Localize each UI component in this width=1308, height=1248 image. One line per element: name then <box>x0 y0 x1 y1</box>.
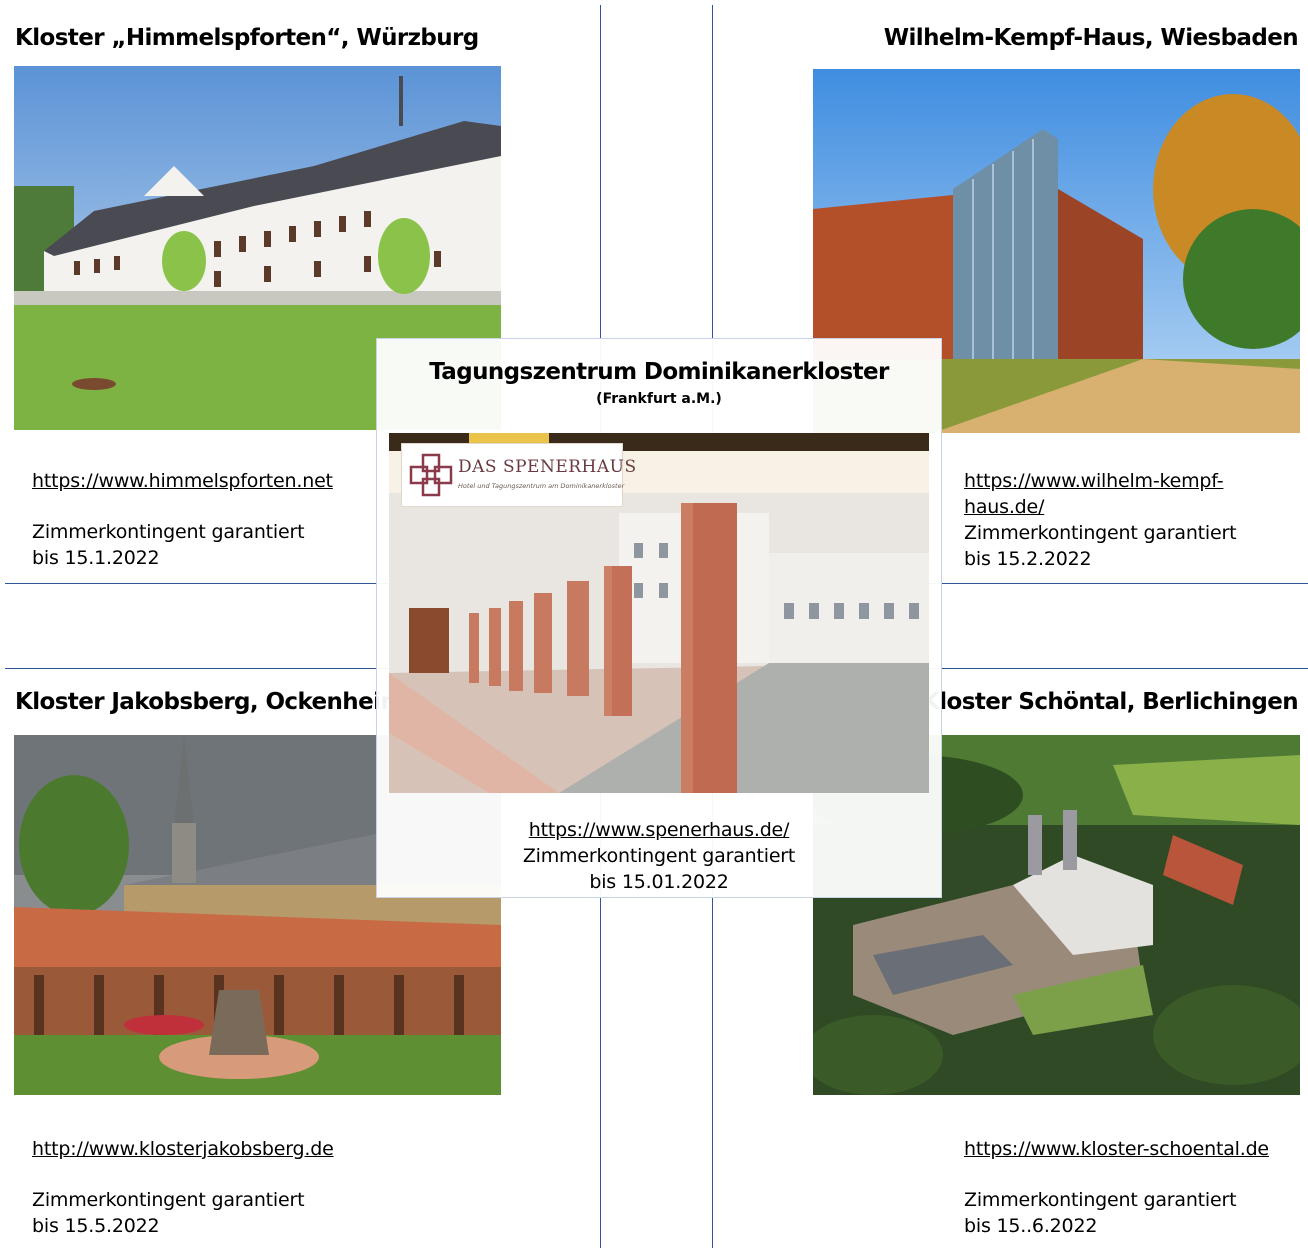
room-quota-text: Zimmerkontingent garantiert <box>522 845 796 867</box>
venue-info: https://www.himmelspforten.net Zimmerkon… <box>32 468 333 571</box>
venue-info: https://www.spenerhaus.de/ Zimmerkonting… <box>377 817 941 895</box>
logo-text: DAS SPENERHAUS <box>458 457 637 477</box>
venue-title: Tagungszentrum Dominikanerkloster <box>429 359 889 385</box>
venue-url-link[interactable]: http://www.klosterjakobsberg.de <box>32 1138 334 1160</box>
room-quota-text: Zimmerkontingent garantiert <box>964 1189 1237 1211</box>
venue-title: Kloster „Himmelspforten“, Würzburg <box>15 25 479 51</box>
venue-info: https://www.wilhelm-kempf- haus.de/ Zimm… <box>964 468 1237 572</box>
room-quota-text: Zimmerkontingent garantiert <box>964 522 1237 544</box>
venue-info: https://www.kloster-schoental.de Zimmerk… <box>964 1136 1269 1239</box>
venue-card-dominikaner: Tagungszentrum Dominikanerkloster (Frank… <box>376 338 942 898</box>
venue-title: Wilhelm-Kempf-Haus, Wiesbaden <box>883 25 1299 51</box>
venue-url-link[interactable]: https://www.himmelspforten.net <box>32 470 333 492</box>
room-quota-text: Zimmerkontingent garantiert <box>32 1189 305 1211</box>
venue-title: Kloster Schöntal, Berlichingen <box>922 689 1299 715</box>
venue-url-link[interactable]: https://www.wilhelm-kempf- <box>964 470 1224 492</box>
deadline-text: bis 15.1.2022 <box>32 547 160 569</box>
venue-info: http://www.klosterjakobsberg.de Zimmerko… <box>32 1136 334 1239</box>
venue-subtitle: (Frankfurt a.M.) <box>596 391 722 407</box>
deadline-text: bis 15.01.2022 <box>589 871 729 893</box>
logo-subtext: Hotel und Tagungszentrum am Dominikanerk… <box>458 482 625 490</box>
room-quota-text: Zimmerkontingent garantiert <box>32 521 305 543</box>
spenerhaus-logo: DAS SPENERHAUS Hotel und Tagungszentrum … <box>401 443 636 507</box>
deadline-text: bis 15..6.2022 <box>964 1215 1098 1237</box>
venue-url-link[interactable]: https://www.kloster-schoental.de <box>964 1138 1269 1160</box>
cross-logo-icon <box>409 453 453 497</box>
venue-title: Kloster Jakobsberg, Ockenheim <box>15 689 404 715</box>
deadline-text: bis 15.2.2022 <box>964 548 1092 570</box>
venue-url-link[interactable]: https://www.spenerhaus.de/ <box>529 819 790 841</box>
venue-photo-dominikaner: DAS SPENERHAUS Hotel und Tagungszentrum … <box>389 433 929 793</box>
deadline-text: bis 15.5.2022 <box>32 1215 160 1237</box>
venue-url-link-cont[interactable]: haus.de/ <box>964 496 1044 518</box>
